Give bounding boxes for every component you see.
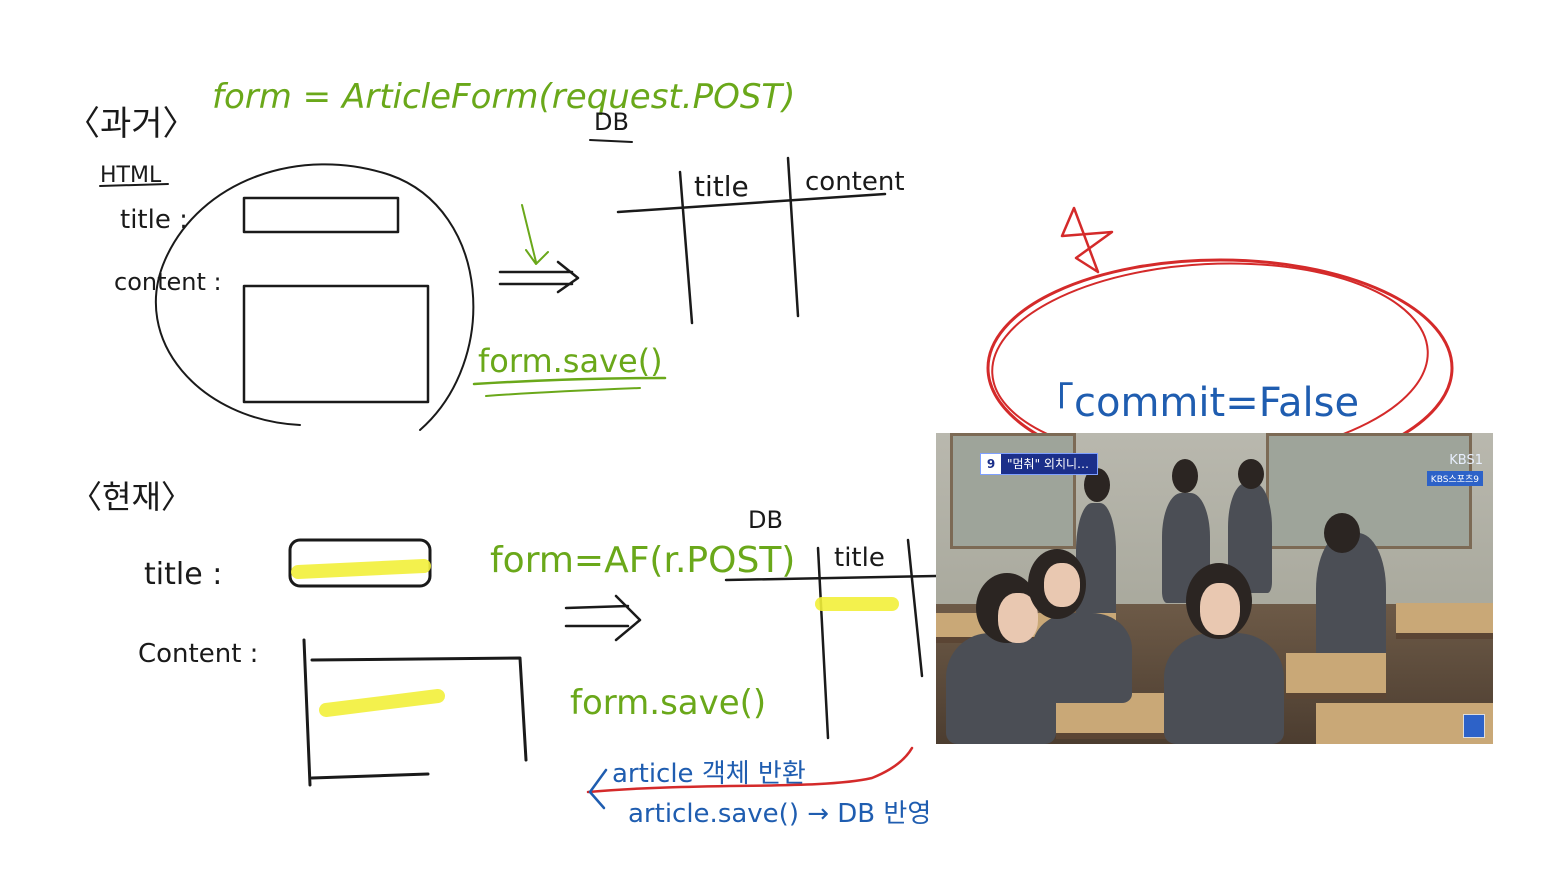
- program-name: KBS스포츠9: [1426, 471, 1483, 486]
- top-double-arrow: [498, 260, 580, 294]
- classroom-window: [1266, 433, 1472, 549]
- ticker-text: "멈춰" 외치니…: [1007, 457, 1090, 471]
- bottom-content-label: Content :: [138, 639, 258, 669]
- top-table-col1: [678, 170, 694, 325]
- bottom-form-code: form=AF(r.POST): [490, 540, 795, 581]
- note-article-save: article.save() → DB 반영: [628, 799, 931, 829]
- green-down-arrow: [521, 204, 549, 265]
- broadcaster-logo: KBS1 KBS스포츠9: [1426, 453, 1483, 486]
- bottom-title-highlight: [291, 559, 431, 579]
- bottom-db-label: DB: [748, 506, 783, 534]
- desk: [1396, 603, 1493, 639]
- channel-name: KBS1: [1449, 453, 1483, 468]
- html-form-circle: [154, 163, 475, 431]
- classroom-window: [950, 433, 1076, 549]
- top-title-input-box: [242, 196, 400, 234]
- top-content-input-box: [242, 284, 430, 404]
- bottom-title-label: title :: [144, 557, 222, 592]
- bottom-table-col2: [906, 538, 924, 678]
- student-face: [1200, 583, 1240, 635]
- present-label: 〈현재〉: [70, 478, 193, 516]
- top-form-save: form.save(): [478, 342, 663, 380]
- student-face: [1044, 563, 1080, 607]
- top-content-label: content :: [114, 268, 222, 296]
- ticker-number: 9: [981, 454, 1001, 474]
- top-table-col2: [786, 156, 800, 318]
- top-save-underline-2: [485, 387, 641, 397]
- form-request-code: form = ArticleForm(request.POST): [212, 77, 795, 117]
- student-figure: [1032, 613, 1132, 703]
- student-head: [1172, 459, 1198, 493]
- bottom-table-col1: [816, 546, 830, 740]
- student-figure: [1076, 503, 1116, 623]
- top-db-underline: [589, 139, 633, 143]
- embedded-video-frame: 9 "멈춰" 외치니… KBS1 KBS스포츠9: [936, 433, 1493, 744]
- news-ticker: 9 "멈춰" 외치니…: [980, 453, 1099, 475]
- blue-bracket: [588, 768, 608, 810]
- student-head: [1324, 513, 1360, 553]
- star-doodle: [1060, 206, 1114, 274]
- bottom-form-save: form.save(): [570, 683, 766, 723]
- commit-false-text: 「commit=False: [1034, 380, 1359, 426]
- bottom-double-arrow: [564, 594, 642, 642]
- top-db-label: DB: [594, 108, 629, 136]
- past-label: 〈과거〉: [66, 104, 197, 144]
- bottom-content-highlight: [319, 689, 445, 717]
- top-col-content: content: [805, 167, 905, 197]
- top-title-label: title :: [120, 205, 188, 235]
- desk: [1286, 653, 1386, 699]
- bottom-col-title: title: [834, 543, 885, 573]
- top-col-title: title: [694, 170, 749, 203]
- student-figure: [1164, 633, 1284, 744]
- student-figure: [1316, 533, 1386, 673]
- student-head: [1238, 459, 1264, 489]
- corner-badge-icon: [1463, 714, 1485, 738]
